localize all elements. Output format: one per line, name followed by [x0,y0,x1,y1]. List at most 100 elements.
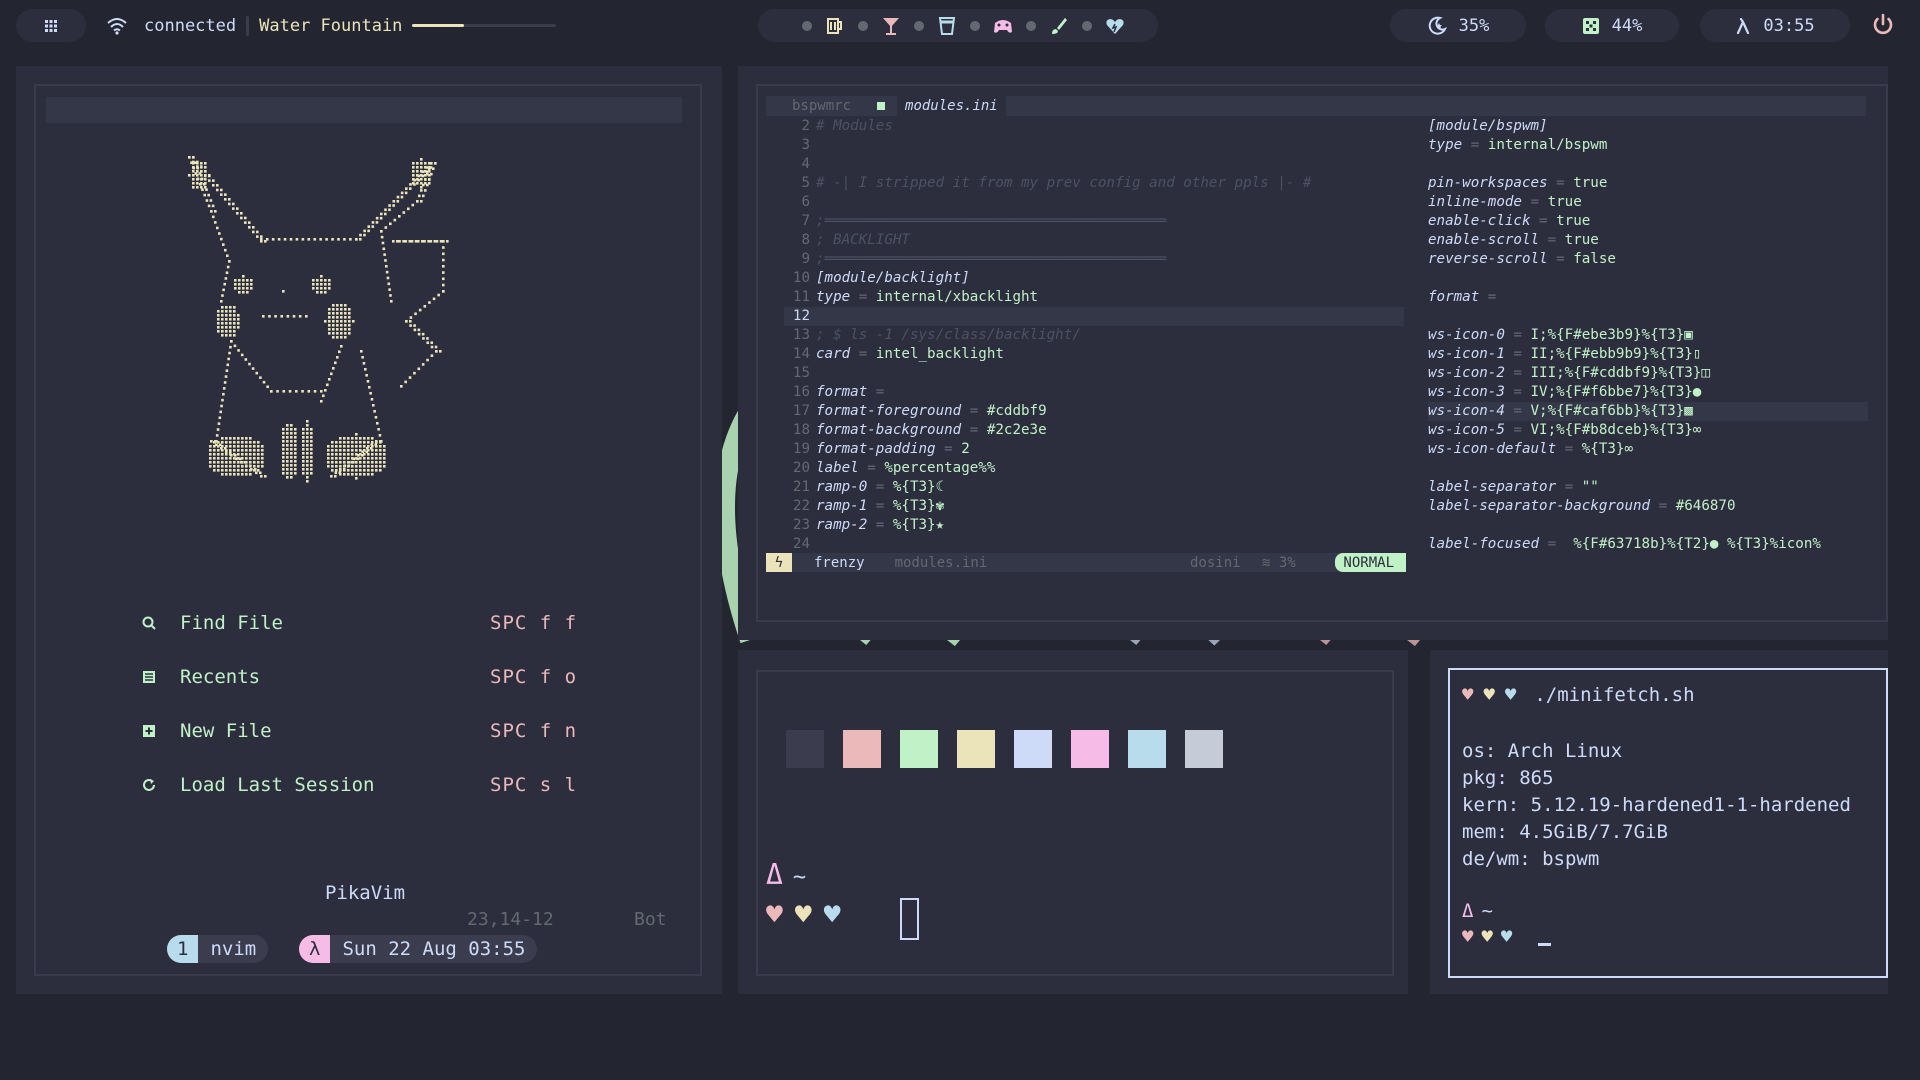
code-line[interactable]: label-separator-background = #646870 [1428,497,1868,516]
dashboard-item-recents[interactable]: Recents SPC f o [140,662,576,692]
code-line[interactable]: 10 [module/backlight] [784,269,1404,288]
code-pane-right[interactable]: [module/bspwm] type = internal/bspwm pin-w… [1428,117,1868,554]
line-number: 3 [801,137,810,153]
code-line[interactable]: ws-icon-2 = III;%{F#cddbf9}%{T3}◫ [1428,364,1868,383]
wifi-icon[interactable] [106,17,128,35]
code-line[interactable] [1428,155,1868,174]
code-line[interactable]: 23 ramp-2 = %{T3}★ [784,516,1404,535]
dashboard-item-find-file[interactable]: Find File SPC f f [140,608,576,638]
code-line[interactable]: ws-icon-0 = I;%{F#ebe3b9}%{T3}▣ [1428,326,1868,345]
code-line[interactable]: enable-scroll = true [1428,231,1868,250]
code-line[interactable]: 8; BACKLIGHT [784,231,1404,250]
code-line[interactable]: 5 # -| I stripped it from my prev config … [784,174,1404,193]
moon-icon [1428,16,1447,35]
power-button[interactable] [1868,10,1898,40]
music-progress-bar[interactable] [412,24,557,27]
code-line[interactable]: 21 ramp-0 = %{T3}☾ [784,478,1404,497]
lambda-icon [1737,17,1750,34]
code-line[interactable]: 14 card = intel_backlight [784,345,1404,364]
clock-module[interactable]: 03:55 [1700,9,1850,42]
terminal-cursor[interactable] [1538,942,1552,946]
terminal-cursor[interactable] [900,898,919,940]
tab-modules-ini[interactable]: modules.ini [897,96,1006,116]
shell-prompt: Δ ~ [766,858,806,891]
code-line[interactable]: ws-icon-3 = IV;%{F#f6bbe7}%{T3}● [1428,383,1868,402]
color-swatch [1185,730,1223,768]
beer-icon[interactable] [824,15,846,37]
code-pane-left[interactable]: 2 # Modules 3 4 5 # -| I stripped it from my … [784,117,1404,554]
gamepad-icon[interactable] [992,15,1014,37]
code-line[interactable] [1428,307,1868,326]
code-line[interactable]: 22 ramp-1 = %{T3}✾ [784,497,1404,516]
fetch-prompt-hearts: ♥ ♥ ♥ [1462,926,1552,948]
code-line[interactable]: 9 ;══════════════════════════════════════… [784,250,1404,269]
code-line[interactable]: 13; $ ls -1 /sys/class/backlight/ [784,326,1404,345]
vim-mode: NORMAL [1335,553,1406,572]
code-line[interactable]: ws-icon-4 = V;%{F#caf6bb}%{T3}▩ [1428,402,1868,421]
code-line[interactable] [1428,269,1868,288]
code-line[interactable]: 2 # Modules [784,117,1404,136]
dashboard-item-new-file[interactable]: New File SPC f n [140,716,576,746]
app-menu-button[interactable] [16,9,86,42]
code-line[interactable] [1428,459,1868,478]
code-line[interactable]: format = [1428,288,1868,307]
status-percent: ≋ 3% [1262,554,1296,571]
heart-icon[interactable] [1104,15,1126,37]
lambda-badge: λ [299,935,331,963]
backlight-value: 35% [1458,15,1490,36]
code-line[interactable]: 16 format = [784,383,1404,402]
code-line[interactable]: 11 type = internal/xbacklight [784,288,1404,307]
line-number: 5 [801,175,810,191]
memory-module[interactable]: 44% [1545,9,1679,42]
code-line[interactable]: inline-mode = true [1428,193,1868,212]
workspace-dot [1082,20,1092,31]
separator [246,15,250,36]
terminal-frame [756,670,1394,976]
code-line[interactable]: 6 [784,193,1404,212]
code-line[interactable]: 18 format-background = #2c2e3e [784,421,1404,440]
code-line[interactable]: 24 [784,535,1404,554]
code-line[interactable]: label-focused = %{F#63718b}%{T2}● %{T3}%… [1428,535,1868,554]
code-line[interactable]: 7 ;══════════════════════════════════════… [784,212,1404,231]
line-number: 24 [792,536,810,552]
cocktail-icon[interactable] [880,15,902,37]
code-line[interactable]: [module/bspwm] [1428,117,1868,136]
code-line[interactable]: ws-icon-default = %{T3}∞ [1428,440,1868,459]
tab-bspwmrc[interactable]: bspwmrc [792,98,851,114]
fetch-output: os: Arch Linux pkg: 865 kern: 5.12.19-hard… [1462,738,1851,873]
workspace-switcher [758,9,1158,42]
code-line[interactable]: 15 [784,364,1404,383]
code-line[interactable]: 4 [784,155,1404,174]
fetch-command: ./minifetch.sh [1534,684,1695,706]
line-number: 22 [792,498,810,514]
workspace-dot [970,20,980,31]
code-line[interactable]: pin-workspaces = true [1428,174,1868,193]
line-number: 20 [792,460,810,476]
code-line[interactable]: 3 [784,136,1404,155]
code-line[interactable]: ws-icon-1 = II;%{F#ebb9b9}%{T3}▯ [1428,345,1868,364]
status-filename: modules.ini [894,554,988,571]
tmux-window-tab[interactable]: 1 nvim [167,935,269,963]
code-line[interactable]: enable-click = true [1428,212,1868,231]
code-line[interactable]: 19 format-padding = 2 [784,440,1404,459]
line-number: 16 [792,384,810,400]
editor-statusline: ϟ frenzy modules.ini dosini ≋ 3% NORMAL [766,553,1406,572]
heart-icon: ♥ [1500,926,1513,948]
backlight-module[interactable]: 35% [1390,9,1526,42]
code-line[interactable]: ws-icon-5 = VI;%{F#b8dceb}%{T3}∞ [1428,421,1868,440]
code-line[interactable]: 12 [784,307,1404,326]
heart-icon: ♥ [766,898,783,931]
new-file-icon [140,722,158,740]
brush-icon[interactable] [1048,15,1070,37]
dashboard-item-load-last-session[interactable]: Load Last Session SPC s l [140,770,576,800]
now-playing-title[interactable]: Water Fountain [259,16,402,36]
reload-icon [140,776,158,794]
code-line[interactable]: 17 format-foreground = #cddbf9 [784,402,1404,421]
code-line[interactable]: type = internal/bspwm [1428,136,1868,155]
glass-icon[interactable] [936,15,958,37]
line-number: 8 [801,232,810,248]
code-line[interactable]: reverse-scroll = false [1428,250,1868,269]
code-line[interactable]: 20 label = %percentage%% [784,459,1404,478]
code-line[interactable]: label-separator = "" [1428,478,1868,497]
code-line[interactable] [1428,516,1868,535]
